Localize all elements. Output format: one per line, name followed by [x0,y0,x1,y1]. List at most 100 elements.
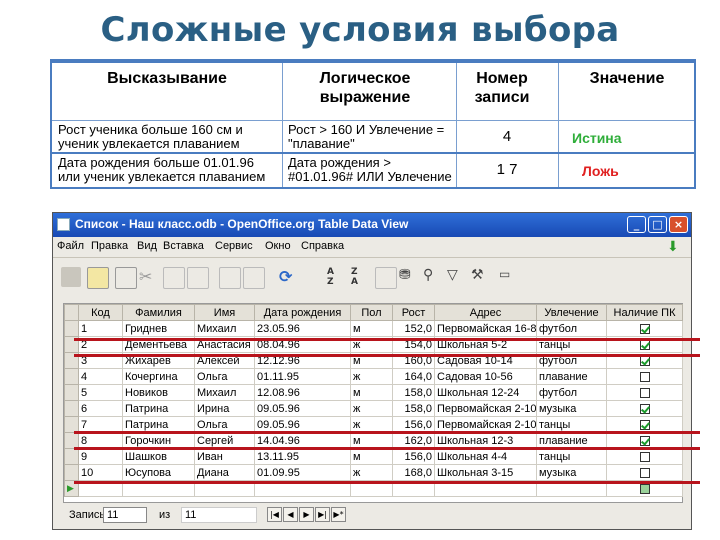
sex-cell[interactable]: ж [350,368,393,385]
menu-edit[interactable]: Правка [91,240,128,252]
save-icon[interactable] [61,267,81,287]
row-selector[interactable] [64,400,79,417]
sex-cell[interactable]: ж [350,464,393,481]
code-cell[interactable]: 4 [78,368,123,385]
checked-checkbox[interactable] [639,419,650,430]
sort-ascending-icon[interactable]: AZ [327,267,347,287]
sort-descending-icon[interactable]: ZA [351,267,371,287]
menu-help[interactable]: Справка [301,240,344,252]
height-cell[interactable]: 168,0 [392,464,435,481]
surname-cell[interactable]: Юсупова [122,464,195,481]
refresh-icon[interactable]: ⟳ [279,267,299,287]
preview-icon[interactable] [243,267,265,289]
find-record-icon[interactable]: ▭ [499,267,519,287]
row-selector[interactable] [64,464,79,481]
has-pc-cell[interactable] [606,384,683,401]
name-cell[interactable]: Ирина [194,400,255,417]
surname-cell[interactable]: Патрина [122,400,195,417]
height-cell[interactable]: 152,0 [392,320,435,337]
save-record-icon[interactable] [115,267,137,289]
height-cell[interactable]: 158,0 [392,384,435,401]
menu-window[interactable]: Окно [265,240,291,252]
hobby-cell[interactable]: танцы [536,448,607,465]
first-record-icon[interactable]: |◀ [267,507,282,522]
column-header-hobby[interactable]: Увлечение [536,304,607,321]
checked-checkbox[interactable] [639,323,650,334]
address-cell[interactable]: Школьная 12-24 [434,384,537,401]
surname-cell[interactable]: Гриднев [122,320,195,337]
checked-checkbox[interactable] [639,355,650,366]
birth-date-cell[interactable]: 13.11.95 [254,448,351,465]
surname-cell[interactable]: Кочергина [122,368,195,385]
column-header-sex[interactable]: Пол [350,304,393,321]
name-cell[interactable]: Иван [194,448,255,465]
paste-icon[interactable] [187,267,209,289]
table-row[interactable]: 5 Новиков Михаил 12.08.96 м 158,0 Школьная 12-… [64,384,683,401]
table-row[interactable]: 4 Кочергина Ольга 01.11.95 ж 164,0 Садовая 10-… [64,368,683,385]
row-selector-header[interactable] [64,304,79,321]
last-record-icon[interactable]: ▶| [315,507,330,522]
surname-cell[interactable]: Шашков [122,448,195,465]
minimize-icon[interactable]: _ [627,216,646,233]
overflow-icon[interactable] [63,289,77,297]
column-header-name[interactable]: Имя [194,304,255,321]
filter-icon[interactable]: ⚲ [423,267,443,287]
address-cell[interactable]: Садовая 10-56 [434,368,537,385]
column-header-address[interactable]: Адрес [434,304,537,321]
birth-date-cell[interactable]: 09.05.96 [254,400,351,417]
height-cell[interactable]: 156,0 [392,448,435,465]
table-row[interactable]: 1 Гриднев Михаил 23.05.96 м 152,0 Первомайская… [64,320,683,337]
menu-insert[interactable]: Вставка [163,240,204,252]
name-cell[interactable]: Ольга [194,368,255,385]
has-pc-cell[interactable] [606,448,683,465]
birth-date-cell[interactable]: 01.11.95 [254,368,351,385]
unchecked-checkbox[interactable] [639,467,650,478]
autofilter-icon[interactable]: ⛃ [399,267,419,287]
edit-icon[interactable] [87,267,109,289]
has-pc-cell[interactable] [606,368,683,385]
sex-cell[interactable]: м [350,448,393,465]
height-cell[interactable]: 158,0 [392,400,435,417]
birth-date-cell[interactable]: 01.09.95 [254,464,351,481]
birth-date-cell[interactable]: 12.08.96 [254,384,351,401]
has-pc-cell[interactable] [606,464,683,481]
default-checkbox[interactable] [639,483,650,494]
sort-icon[interactable] [375,267,397,289]
column-header-height[interactable]: Рост [392,304,435,321]
unchecked-checkbox[interactable] [639,387,650,398]
hobby-cell[interactable]: плавание [536,368,607,385]
has-pc-cell[interactable] [606,400,683,417]
title-bar[interactable]: Список - Наш класс.odb - OpenOffice.org … [53,213,691,237]
hobby-cell[interactable]: музыка [536,400,607,417]
menu-tools[interactable]: Сервис [215,240,253,252]
birth-date-cell[interactable]: 23.05.96 [254,320,351,337]
has-pc-cell[interactable] [606,320,683,337]
standard-filter-icon[interactable]: ▽ [447,267,467,287]
print-icon[interactable] [219,267,241,289]
table-row[interactable]: 10 Юсупова Диана 01.09.95 ж 168,0 Школьная 3-1… [64,464,683,481]
hobby-cell[interactable]: музыка [536,464,607,481]
next-record-icon[interactable]: ▶ [299,507,314,522]
column-header-has-pc[interactable]: Наличие ПК [606,304,683,321]
sex-cell[interactable]: ж [350,400,393,417]
checked-checkbox[interactable] [639,435,650,446]
copy-icon[interactable] [163,267,185,289]
checked-checkbox[interactable] [639,403,650,414]
code-cell[interactable]: 10 [78,464,123,481]
checked-checkbox[interactable] [639,339,650,350]
close-icon[interactable]: × [669,216,688,233]
unchecked-checkbox[interactable] [639,451,650,462]
hobby-cell[interactable]: футбол [536,320,607,337]
address-cell[interactable]: Первомайская 16-8 [434,320,537,337]
code-cell[interactable]: 1 [78,320,123,337]
sex-cell[interactable]: м [350,320,393,337]
remove-filter-icon[interactable]: ⚒ [471,267,491,287]
height-cell[interactable]: 164,0 [392,368,435,385]
code-cell[interactable]: 5 [78,384,123,401]
new-record-icon[interactable]: ▶* [331,507,346,522]
address-cell[interactable]: Школьная 3-15 [434,464,537,481]
code-cell[interactable]: 9 [78,448,123,465]
column-header-birth-date[interactable]: Дата рождения [254,304,351,321]
record-number-input[interactable]: 11 [103,507,147,523]
sex-cell[interactable]: м [350,384,393,401]
